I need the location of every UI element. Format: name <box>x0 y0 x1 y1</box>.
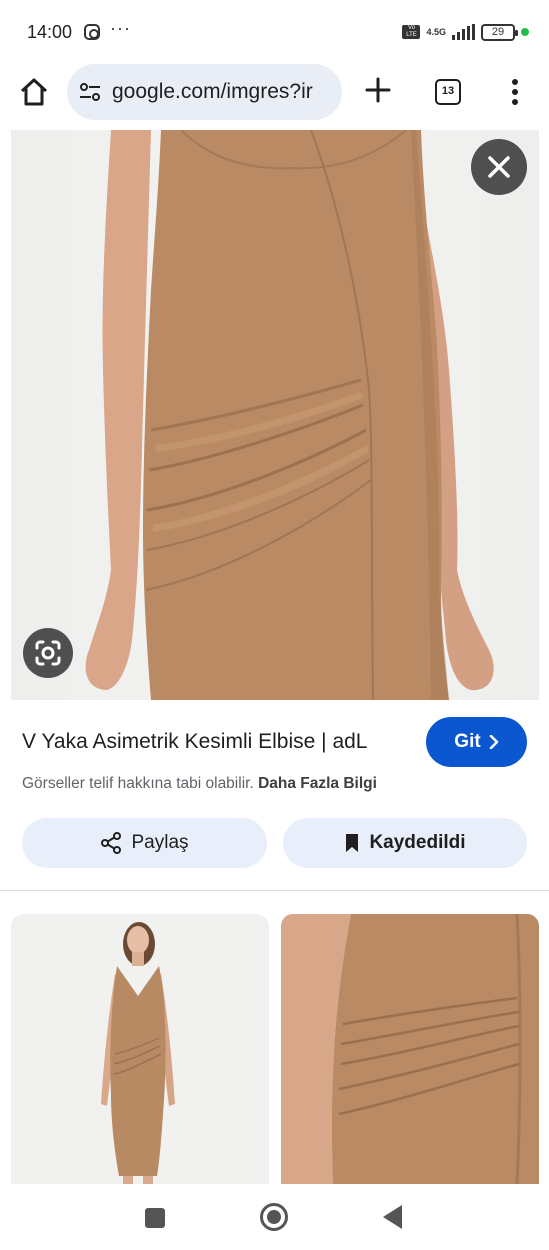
share-button-label: Paylaş <box>131 832 189 853</box>
menu-dots-icon[interactable] <box>506 78 524 106</box>
recents-square-icon[interactable] <box>145 1208 165 1228</box>
section-divider <box>0 890 549 891</box>
saved-button[interactable]: Kaydedildi <box>283 818 527 868</box>
image-title[interactable]: V Yaka Asimetrik Kesimli Elbise | adL <box>22 730 368 754</box>
main-image[interactable] <box>11 130 539 700</box>
more-dots-icon: ··· <box>110 18 131 38</box>
learn-more-link[interactable]: Daha Fazla Bilgi <box>258 775 377 792</box>
tune-icon[interactable] <box>79 82 101 102</box>
close-button[interactable] <box>471 139 527 195</box>
battery-icon: 29 <box>481 23 518 41</box>
copyright-text: Görseller telif hakkına tabi olabilir. <box>22 775 254 792</box>
home-circle-icon[interactable] <box>260 1203 288 1231</box>
google-lens-button[interactable] <box>23 628 73 678</box>
close-icon <box>488 156 510 178</box>
share-button[interactable]: Paylaş <box>22 818 267 868</box>
url-bar[interactable]: google.com/imgres?ir <box>67 64 342 120</box>
saved-button-label: Kaydedildi <box>369 832 466 853</box>
status-bar: 14:00 ··· Vo LTE 4.5G 29 <box>0 0 549 62</box>
status-time: 14:00 <box>27 22 73 42</box>
back-triangle-icon[interactable] <box>383 1205 402 1229</box>
tabs-button[interactable]: 13 <box>435 79 461 105</box>
visit-button-label: Git <box>454 731 481 752</box>
chevron-right-icon <box>489 735 498 749</box>
charging-dot <box>521 28 529 36</box>
copyright-notice: Görseller telif hakkına tabi olabilir. D… <box>22 775 377 793</box>
related-image-2[interactable] <box>281 914 539 1186</box>
network-type-label: 4.5G <box>426 26 446 37</box>
dress-closeup-photo <box>281 914 539 1186</box>
google-lens-icon <box>35 640 61 666</box>
status-indicators: Vo LTE 4.5G 29 <box>402 22 529 42</box>
plus-icon[interactable] <box>364 76 392 104</box>
url-text[interactable]: google.com/imgres?ir <box>112 80 313 104</box>
volte-icon: Vo LTE <box>402 25 421 39</box>
android-nav-bar <box>0 1184 549 1250</box>
related-image-1[interactable] <box>11 914 269 1186</box>
bookmark-icon <box>346 834 359 852</box>
model-photo <box>101 922 175 1186</box>
dress-photo <box>85 130 494 700</box>
visit-button[interactable]: Git <box>426 717 527 767</box>
home-icon[interactable] <box>18 76 50 108</box>
browser-toolbar: google.com/imgres?ir 13 <box>0 62 549 130</box>
signal-icon <box>452 24 475 40</box>
share-icon <box>101 832 122 854</box>
instagram-icon <box>84 24 100 40</box>
